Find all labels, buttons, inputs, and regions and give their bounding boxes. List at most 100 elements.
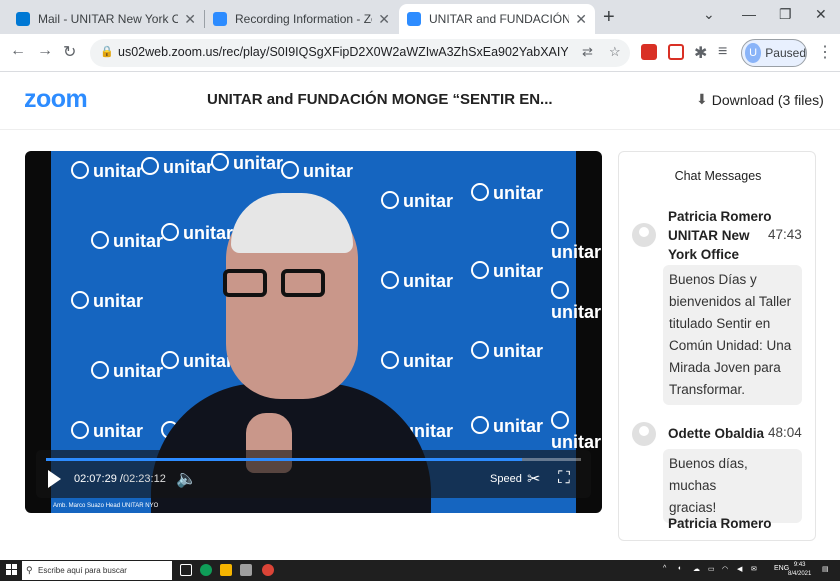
- task-view-icon[interactable]: [180, 564, 192, 576]
- battery-icon[interactable]: ▭: [708, 565, 715, 573]
- network-icon[interactable]: ◠: [722, 565, 728, 573]
- url-text[interactable]: us02web.zoom.us/rec/play/S0I9IQSgXFipD2X…: [118, 45, 568, 59]
- unitar-logo: unitar: [381, 351, 453, 372]
- window-close-icon[interactable]: ✕: [815, 6, 827, 23]
- bookmark-star-icon[interactable]: ☆: [609, 44, 621, 60]
- tab-title: UNITAR and FUNDACIÓN MONG: [429, 12, 570, 26]
- speed-button[interactable]: Speed: [490, 473, 522, 485]
- unitar-logo-text: unitar: [493, 183, 544, 203]
- glasses: [223, 269, 267, 297]
- address-bar[interactable]: 🔒 us02web.zoom.us/rec/play/S0I9IQSgXFipD…: [90, 39, 630, 67]
- video-player[interactable]: unitar unitar unitar unitar unitar unitar unit…: [25, 151, 602, 513]
- unitar-logo-text: unitar: [551, 432, 602, 452]
- message-bubble: Buenos días, muchas gracias!: [663, 449, 802, 523]
- notifications-icon[interactable]: ▤: [822, 565, 829, 573]
- zoom-logo[interactable]: zoom: [24, 85, 88, 114]
- un-emblem-icon: [161, 351, 179, 369]
- unitar-logo-text: unitar: [93, 421, 144, 441]
- close-icon[interactable]: ✕: [184, 11, 196, 28]
- minimize-icon[interactable]: —: [742, 6, 756, 22]
- translate-icon[interactable]: ⇄: [582, 44, 593, 60]
- zoom-icon: [407, 12, 421, 26]
- unitar-logo: unitar: [471, 341, 543, 362]
- unitar-logo-text: unitar: [233, 153, 284, 173]
- profile-button[interactable]: U Paused: [741, 39, 807, 67]
- pdf-extension-icon[interactable]: [641, 44, 657, 60]
- sender-line: Odette Obaldia: [668, 426, 765, 441]
- unitar-logo: unitar: [91, 361, 163, 382]
- avatar: [632, 422, 656, 446]
- unitar-logo-text: unitar: [493, 416, 544, 436]
- unitar-logo-text: unitar: [93, 161, 144, 181]
- unitar-logo-text: unitar: [551, 242, 602, 262]
- unitar-logo-text: unitar: [113, 361, 164, 381]
- sender-line: UNITAR New: [668, 228, 750, 243]
- browser-toolbar: ← → ↻ 🔒 us02web.zoom.us/rec/play/S0I9IQS…: [0, 34, 840, 72]
- progress-bar[interactable]: [46, 458, 581, 461]
- download-label: Download (3 files): [711, 91, 824, 108]
- message-text-line: Transformar.: [669, 382, 746, 397]
- message-time[interactable]: 48:04: [768, 425, 802, 440]
- speaker-icon[interactable]: ◀: [737, 565, 742, 573]
- tab-mail[interactable]: Mail - UNITAR New York Office - ✕: [8, 4, 204, 34]
- unitar-logo: unitar: [211, 153, 283, 174]
- tab-unitar-recording[interactable]: UNITAR and FUNDACIÓN MONG ✕: [399, 4, 595, 34]
- close-icon[interactable]: ✕: [575, 11, 587, 28]
- taskbar-search-box[interactable]: ⚲ Escribe aquí para buscar: [22, 561, 172, 580]
- unitar-logo: unitar: [471, 183, 543, 204]
- extensions-icon[interactable]: ✱: [694, 43, 707, 63]
- un-emblem-icon: [211, 153, 229, 171]
- unitar-logo-text: unitar: [113, 231, 164, 251]
- fullscreen-icon[interactable]: ⛶: [558, 468, 570, 488]
- windows-taskbar: ⚲ Escribe aquí para buscar ^ ◐ ☁ ▭ ◠ ◀ ✉…: [0, 560, 840, 581]
- unitar-logo: unitar: [381, 191, 453, 212]
- unitar-logo-text: unitar: [493, 341, 544, 361]
- search-placeholder: Escribe aquí para buscar: [38, 566, 127, 575]
- calendar-extension-icon[interactable]: [668, 44, 684, 60]
- restore-icon[interactable]: ❐: [779, 6, 792, 23]
- tray-app-icon[interactable]: ☁: [693, 565, 700, 573]
- forward-icon[interactable]: →: [37, 42, 53, 60]
- tab-search-icon[interactable]: ⌄: [703, 6, 715, 23]
- tray-app-icon[interactable]: ✉: [751, 565, 757, 573]
- un-emblem-icon: [381, 191, 399, 209]
- unitar-logo: unitar: [551, 281, 601, 323]
- unitar-logo-text: unitar: [403, 351, 454, 371]
- sender-line: Patricia Romero: [668, 209, 772, 224]
- download-icon: ⬇: [696, 91, 708, 107]
- volume-icon[interactable]: 🔈: [176, 469, 197, 489]
- tray-chevron-icon[interactable]: ^: [663, 565, 666, 572]
- unitar-logo: unitar: [71, 161, 143, 182]
- store-icon[interactable]: [240, 564, 252, 576]
- reload-icon[interactable]: ↻: [63, 42, 76, 62]
- chrome-icon[interactable]: [262, 564, 274, 576]
- tab-recording-information[interactable]: Recording Information - Zoom ✕: [205, 4, 398, 34]
- unitar-logo-text: unitar: [163, 157, 214, 177]
- speaker-caption: Amb. Marco Suazo Head UNITAR NYO: [53, 503, 159, 509]
- message-bubble: Buenos Días y bienvenidos al Taller titu…: [663, 265, 802, 405]
- unitar-logo: unitar: [281, 161, 353, 182]
- media-control-icon[interactable]: ≡: [718, 43, 727, 61]
- system-clock[interactable]: 9:43 8/4/2021: [788, 561, 811, 579]
- close-icon[interactable]: ✕: [378, 11, 390, 28]
- unitar-logo: unitar: [551, 411, 601, 453]
- chat-panel[interactable]: Chat Messages Patricia Romero UNITAR New…: [618, 151, 816, 541]
- language-indicator[interactable]: ENG: [774, 565, 789, 572]
- clip-scissors-icon[interactable]: ✂: [527, 469, 540, 489]
- sender-line: York Office: [668, 247, 740, 262]
- un-emblem-icon: [141, 157, 159, 175]
- play-icon[interactable]: [48, 470, 61, 488]
- download-button[interactable]: ⬇ Download (3 files): [696, 91, 824, 108]
- edge-icon[interactable]: [200, 564, 212, 576]
- un-emblem-icon: [91, 361, 109, 379]
- file-explorer-icon[interactable]: [220, 564, 232, 576]
- message-sender: Patricia Romero UNITAR New York Office: [668, 207, 778, 264]
- new-tab-button[interactable]: +: [603, 6, 615, 29]
- menu-icon[interactable]: ⋮: [817, 42, 833, 62]
- tray-app-icon[interactable]: ◐: [678, 565, 682, 572]
- unitar-logo-text: unitar: [493, 261, 544, 281]
- unitar-logo-text: unitar: [183, 223, 234, 243]
- message-time[interactable]: 47:43: [768, 227, 802, 242]
- back-icon[interactable]: ←: [10, 42, 26, 60]
- windows-start-icon[interactable]: [6, 564, 18, 576]
